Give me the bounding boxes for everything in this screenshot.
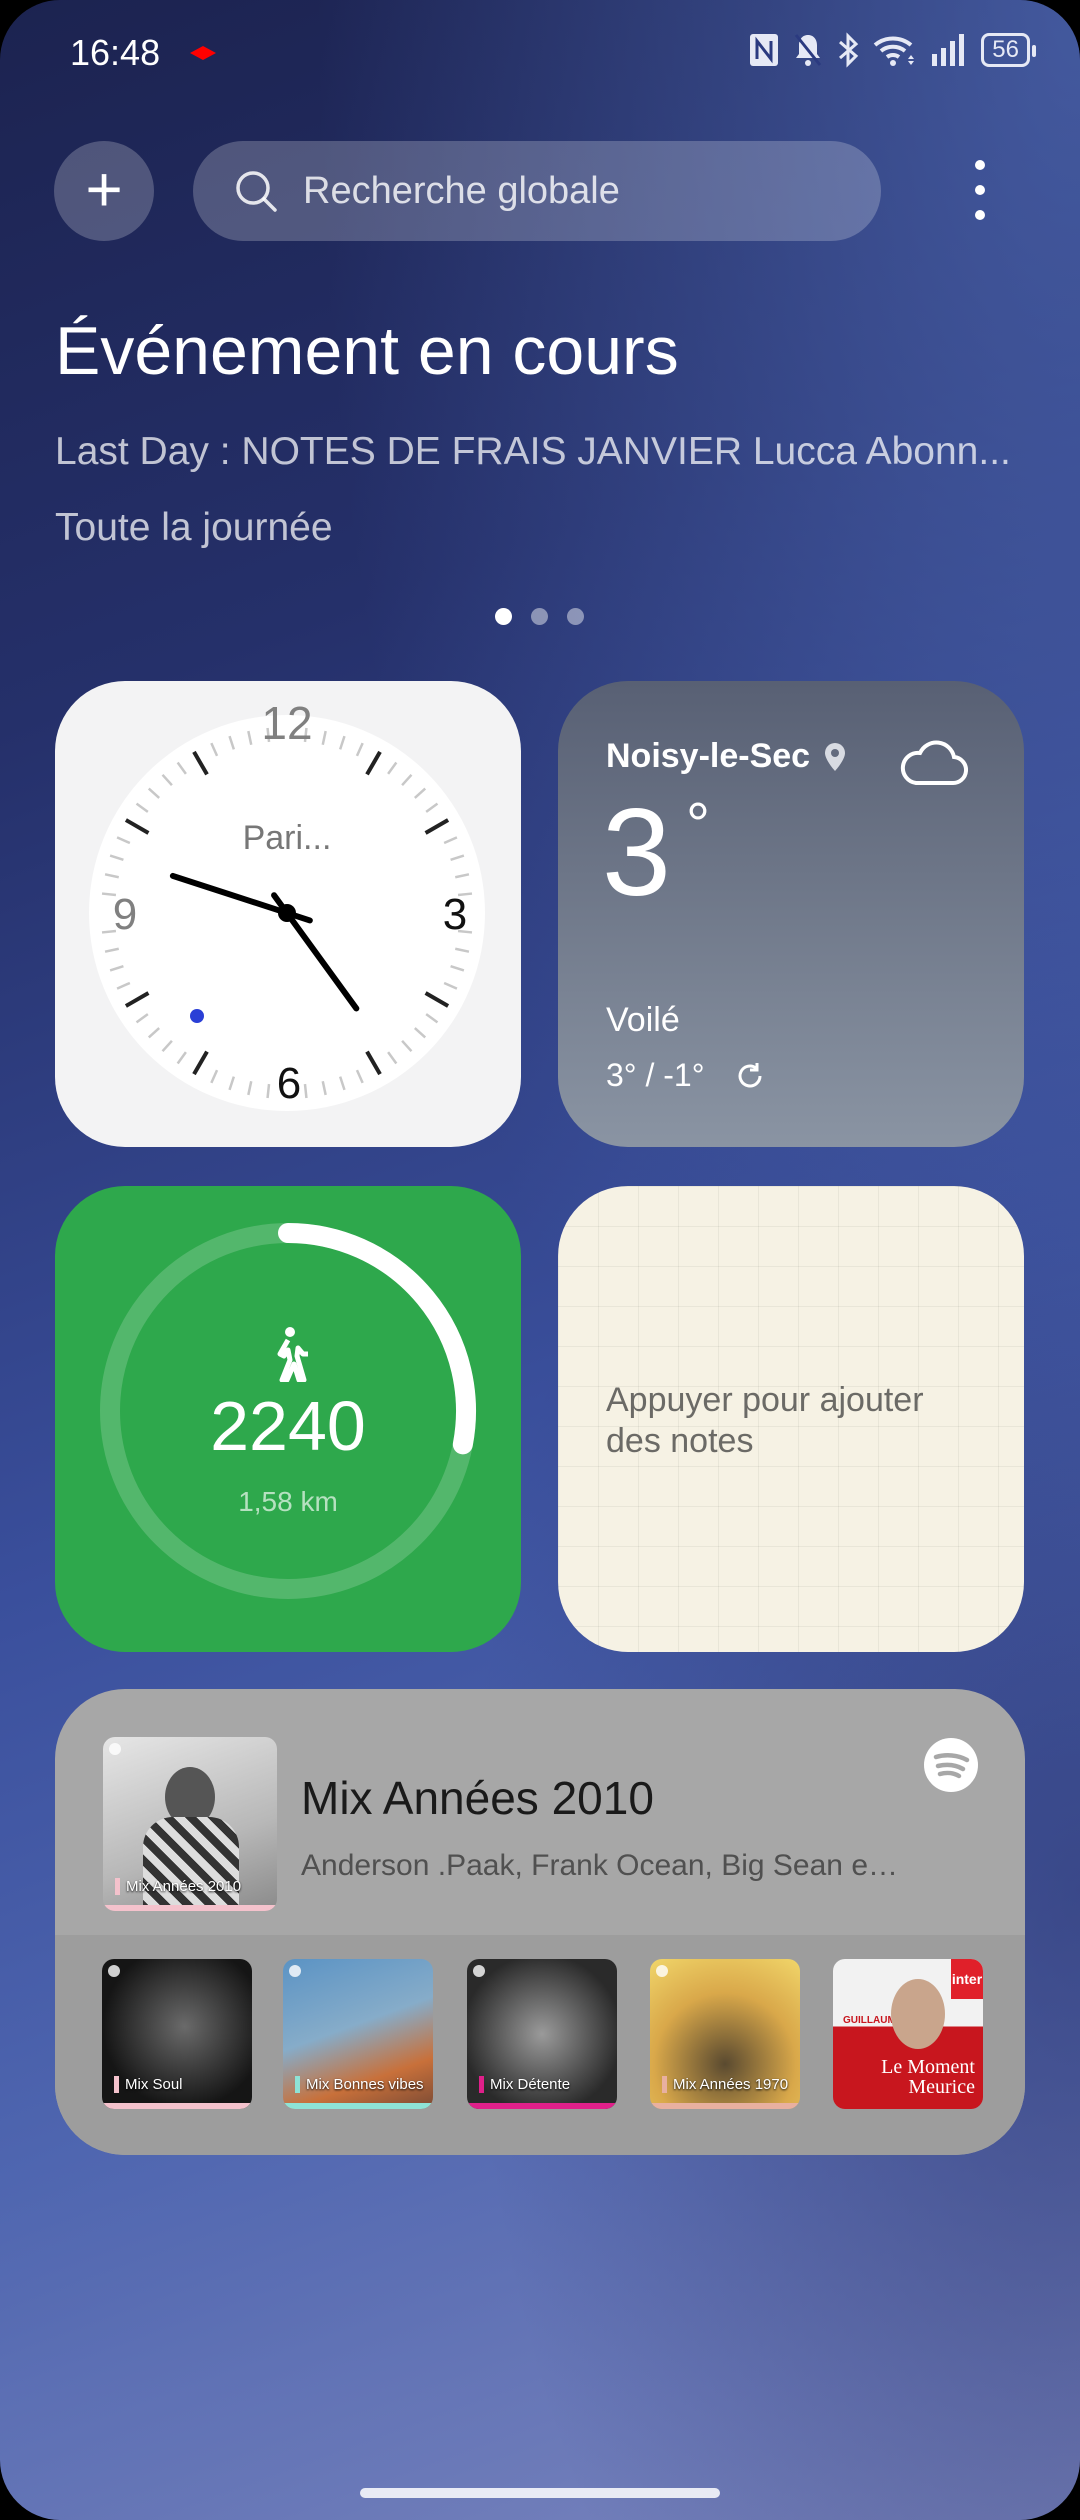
weather-widget[interactable]: Noisy-le-Sec 3 ° Voilé 3° / -1°	[558, 681, 1024, 1147]
france-inter-logo: inter	[951, 1959, 983, 1999]
numeral-9: 9	[113, 890, 137, 939]
weather-condition: Voilé	[606, 1001, 680, 1039]
seconds-dot	[190, 1009, 204, 1023]
numeral-6: 6	[277, 1059, 301, 1108]
weather-city: Noisy-le-Sec	[606, 737, 811, 775]
status-time: 16:48	[70, 32, 161, 73]
analog-clock: 12 3 6 9 Pari...	[89, 697, 485, 1111]
event-summary[interactable]: Last Day : NOTES DE FRAIS JANVIER Lucca …	[55, 430, 1025, 474]
step-count: 2240	[210, 1387, 366, 1465]
temperature-range: 3° / -1°	[606, 1057, 705, 1093]
walking-icon	[277, 1327, 308, 1382]
cloud-icon	[900, 740, 968, 786]
add-widget-button[interactable]: +	[54, 141, 154, 241]
spotify-badge-icon	[109, 1743, 121, 1755]
global-search-input[interactable]: Recherche globale	[193, 141, 881, 241]
degree-symbol: °	[686, 791, 710, 858]
recording-indicator-icon	[190, 46, 216, 60]
now-playing-art[interactable]: Mix Années 2010	[103, 1737, 277, 1911]
bell-off-icon	[795, 34, 822, 66]
playlist-item[interactable]: Mix Années 1970	[650, 1959, 800, 2109]
now-playing-title[interactable]: Mix Années 2010	[301, 1771, 654, 1825]
page-dot	[495, 608, 512, 625]
playlist-item[interactable]: Mix Détente	[467, 1959, 617, 2109]
steps-widget[interactable]: 2240 1,58 km	[55, 1186, 521, 1652]
recent-playlists: Mix Soul Mix Bonnes vibes Mix Détente Mi…	[55, 1935, 1025, 2155]
playlist-label: Mix Années 1970	[662, 2076, 788, 2093]
clock-tick	[266, 1083, 271, 1099]
home-screen: 16:48 56 + Recherche globale Événement e…	[0, 0, 1080, 2520]
bluetooth-icon	[839, 32, 859, 68]
spotify-badge-icon	[473, 1965, 485, 1977]
spotify-logo-icon[interactable]	[923, 1737, 979, 1793]
page-indicator	[495, 608, 584, 625]
notes-widget[interactable]: Appuyer pour ajouter des notes	[558, 1186, 1024, 1652]
event-title: Événement en cours	[55, 313, 679, 389]
search-icon	[236, 171, 277, 212]
playlist-item[interactable]: Mix Bonnes vibes	[283, 1959, 433, 2109]
playlist-item[interactable]: inter GUILLAUME MEURICE Le Moment Meuric…	[833, 1959, 983, 2109]
spotify-badge-icon	[289, 1965, 301, 1977]
location-pin-icon	[825, 742, 846, 771]
playlist-item[interactable]: Mix Soul	[102, 1959, 252, 2109]
nfc-icon	[750, 34, 779, 66]
wifi-icon	[874, 36, 915, 66]
more-options-icon[interactable]	[965, 160, 995, 220]
playlist-label: Mix Bonnes vibes	[295, 2076, 424, 2093]
page-dot	[531, 608, 548, 625]
clock-tick	[303, 1083, 308, 1099]
clock-city: Pari...	[243, 819, 332, 857]
spotify-badge-icon	[108, 1965, 120, 1977]
refresh-icon[interactable]	[735, 1061, 765, 1091]
spotify-badge-icon	[656, 1965, 668, 1977]
spotify-widget: Mix Années 2010 Mix Années 2010 Anderson…	[55, 1689, 1025, 2155]
signal-icon	[932, 34, 965, 66]
step-distance: 1,58 km	[238, 1486, 338, 1517]
home-gesture-bar[interactable]	[360, 2488, 720, 2498]
playlist-label: Mix Soul	[114, 2076, 183, 2093]
notes-placeholder: Appuyer pour ajouter des notes	[606, 1381, 924, 1460]
battery-icon: 56	[981, 33, 1036, 67]
numeral-3: 3	[443, 890, 467, 939]
event-time: Toute la journée	[55, 506, 333, 549]
page-dot	[567, 608, 584, 625]
numeral-12: 12	[261, 697, 312, 749]
temperature: 3	[602, 784, 671, 922]
now-playing-artists: Anderson .Paak, Frank Ocean, Big Sean et…	[301, 1849, 901, 1882]
status-icons: 56	[749, 32, 1036, 68]
playlist-label: Mix Détente	[479, 2076, 570, 2093]
clock-widget[interactable]: 12 3 6 9 Pari...	[55, 681, 521, 1147]
search-placeholder: Recherche globale	[303, 169, 620, 212]
now-playing-art-label: Mix Années 2010	[115, 1878, 241, 1895]
podcast-title: Le Moment Meurice	[881, 2056, 975, 2098]
